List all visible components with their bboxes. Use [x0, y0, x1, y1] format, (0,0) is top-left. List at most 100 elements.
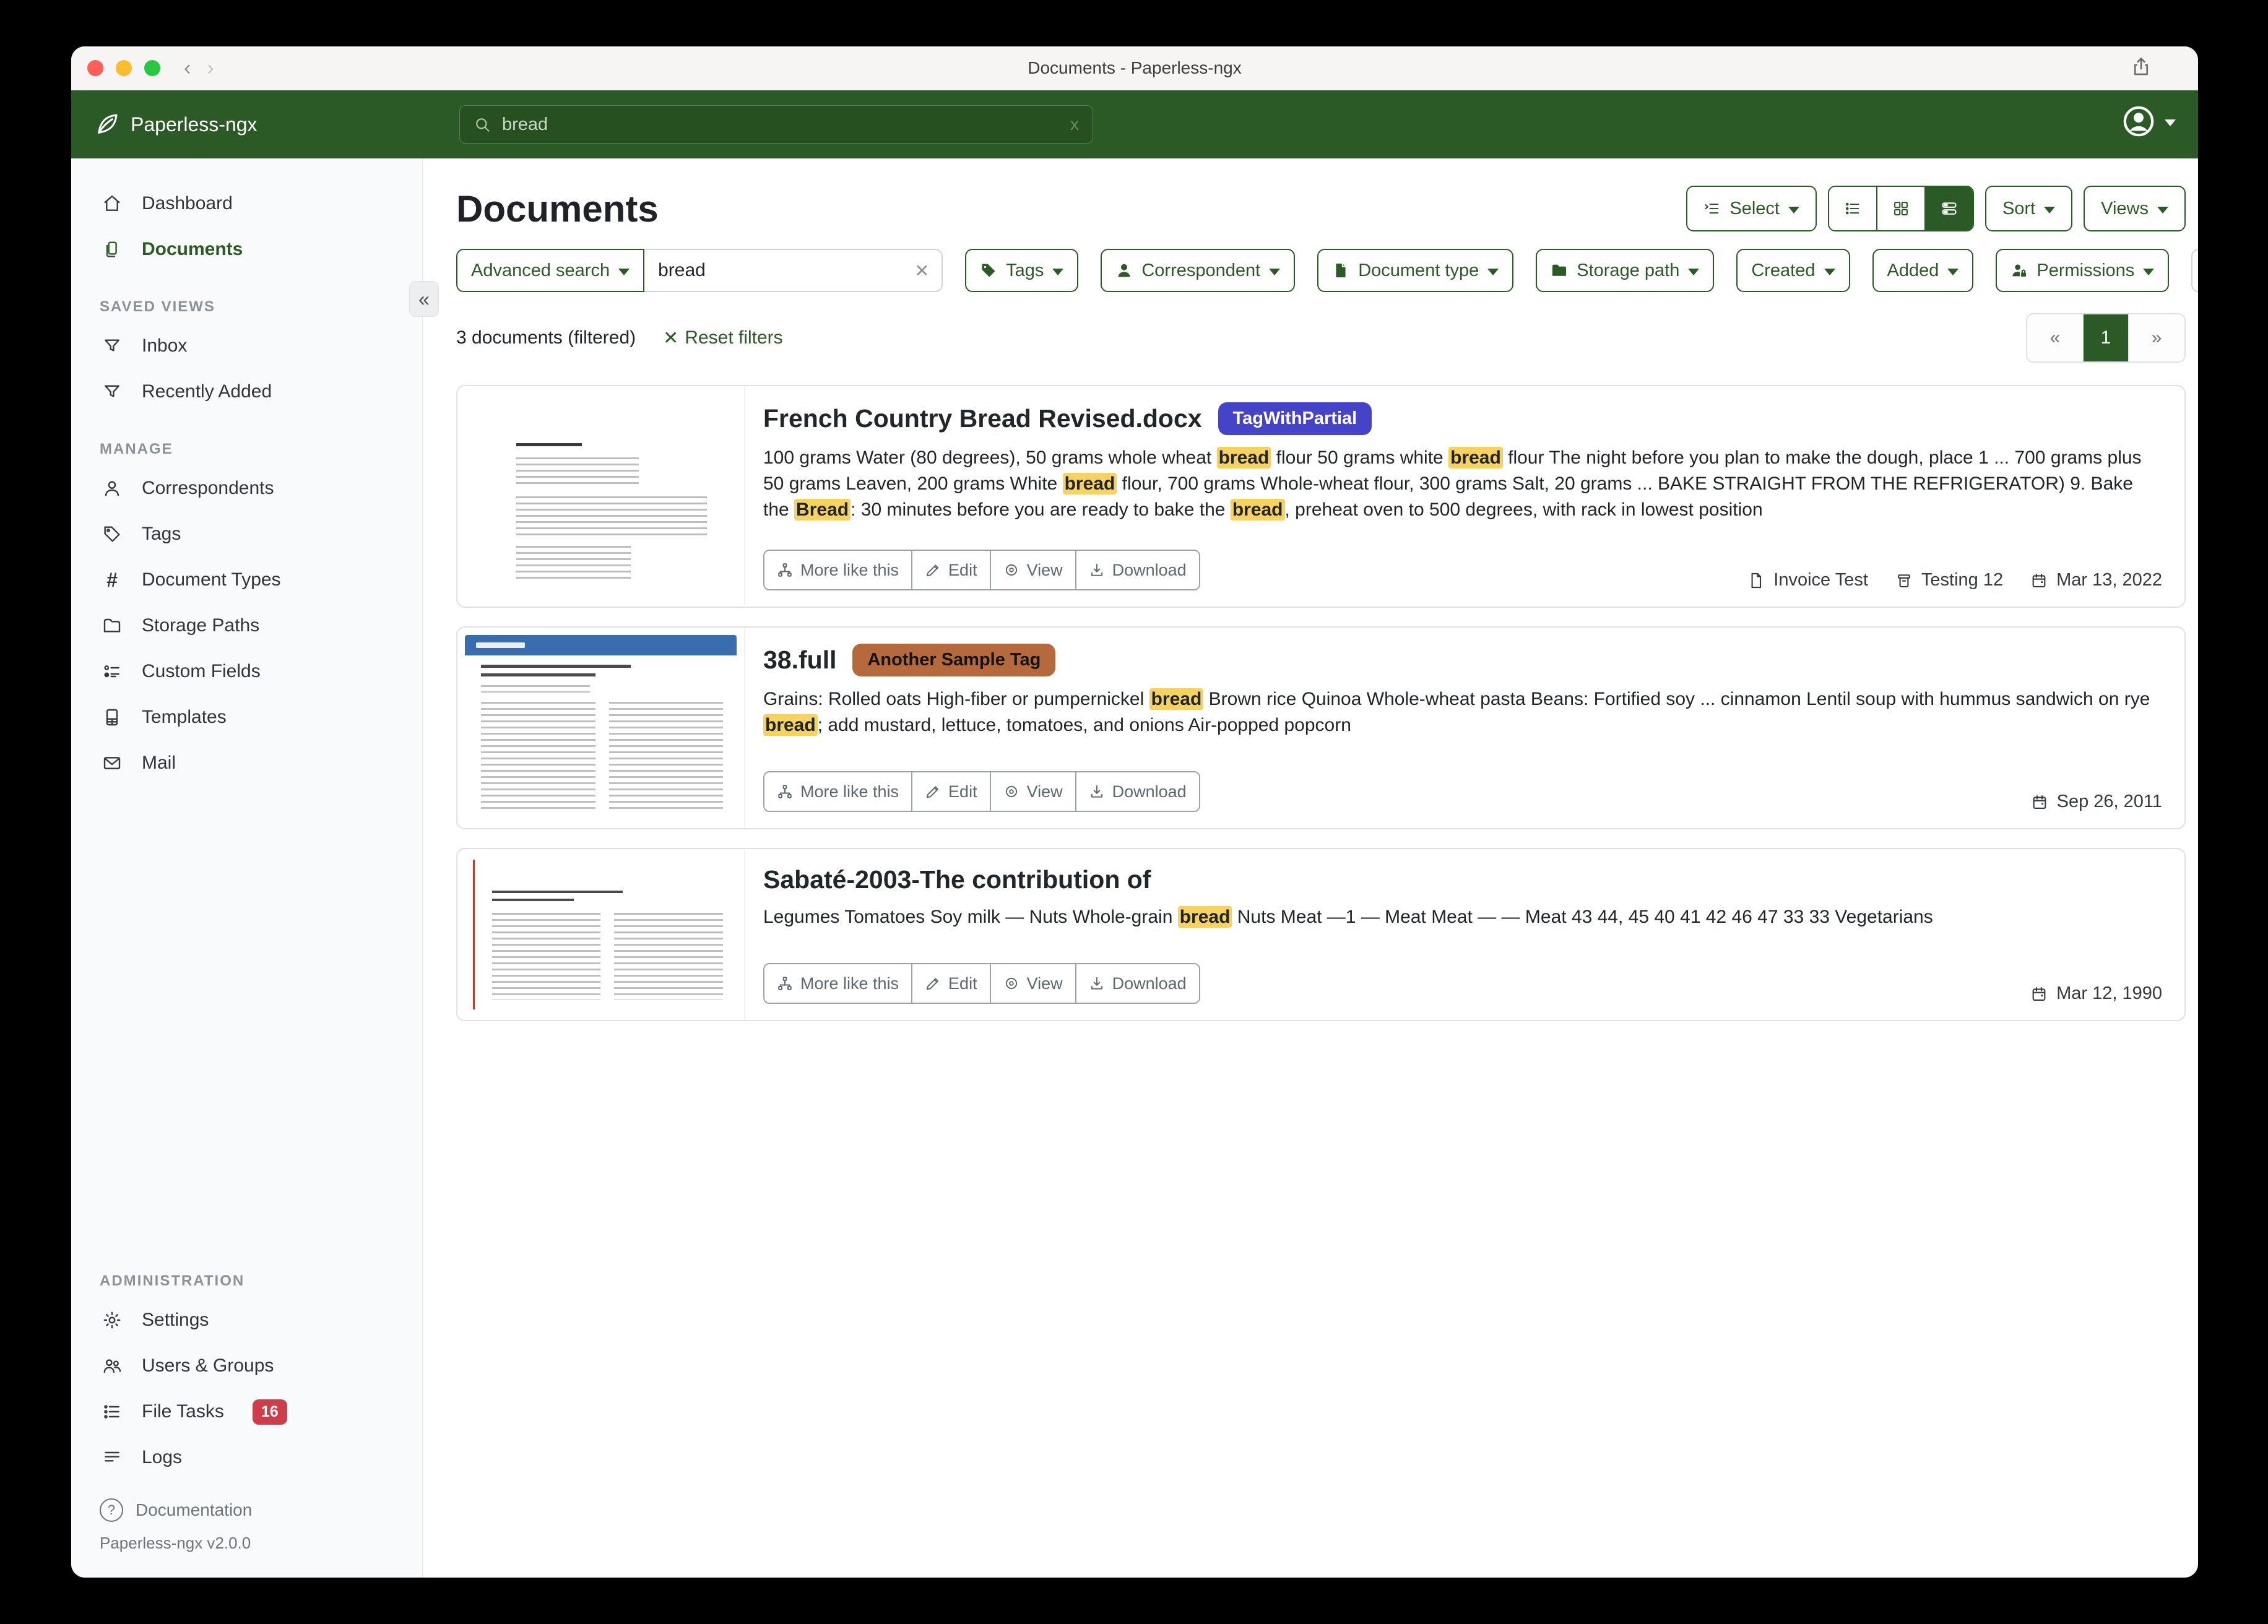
global-search[interactable]: x	[459, 105, 1093, 144]
created-filter-button[interactable]: Created	[1736, 249, 1850, 292]
sidebar-item-label: Document Types	[142, 569, 281, 590]
edit-button[interactable]: Edit	[912, 551, 991, 589]
list-view-icon	[1844, 200, 1861, 217]
download-icon	[1089, 784, 1105, 800]
reset-link-label: Reset filters	[685, 327, 782, 348]
sidebar-item-dashboard[interactable]: Dashboard	[71, 181, 422, 227]
sort-label: Sort	[2002, 199, 2035, 219]
sitemap-icon	[777, 784, 793, 800]
sidebar-item-settings[interactable]: Settings	[71, 1297, 422, 1343]
sidebar-item-templates[interactable]: Templates	[71, 694, 422, 740]
view-button[interactable]: View	[991, 551, 1076, 589]
next-page-button[interactable]: »	[2129, 314, 2184, 361]
page-1-button[interactable]: 1	[2084, 314, 2129, 361]
chevron-down-icon	[1824, 269, 1835, 275]
person-lock-icon	[2010, 262, 2028, 279]
sidebar-item-file-tasks[interactable]: File Tasks 16	[71, 1389, 422, 1435]
window-title: Documents - Paperless-ngx	[71, 58, 2198, 78]
clear-search-icon[interactable]: x	[1070, 114, 1079, 134]
folder-icon	[1551, 262, 1568, 279]
tags-filter-button[interactable]: Tags	[965, 249, 1078, 292]
sidebar-item-label: Tags	[142, 524, 181, 545]
user-menu[interactable]	[2121, 104, 2176, 139]
document-type-link[interactable]: Invoice Test	[1747, 570, 1868, 590]
document-card-body: Sabaté-2003-The contribution of Legumes …	[745, 849, 2184, 1020]
clear-query-icon[interactable]: ✕	[915, 261, 929, 281]
permissions-filter-button[interactable]: Permissions	[1996, 249, 2169, 292]
grid-view-button[interactable]	[1877, 187, 1926, 230]
sidebar-item-recently-added[interactable]: Recently Added	[71, 369, 422, 415]
sort-button[interactable]: Sort	[1985, 186, 2072, 231]
sidebar-collapse-button[interactable]: «	[409, 281, 439, 317]
edit-button[interactable]: Edit	[912, 772, 991, 811]
sidebar-item-documents[interactable]: Documents	[71, 227, 422, 272]
tag-badge[interactable]: TagWithPartial	[1218, 402, 1372, 435]
sidebar-footer: ? Documentation Paperless-ngx v2.0.0	[71, 1480, 422, 1578]
sidebar-item-logs[interactable]: Logs	[71, 1435, 422, 1480]
sidebar-item-label: Dashboard	[142, 193, 233, 214]
display-mode-toggle	[1828, 186, 1974, 231]
reset-filters-link[interactable]: ✕ Reset filters	[663, 327, 783, 349]
more-like-this-button[interactable]: More like this	[764, 964, 912, 1003]
share-icon[interactable]	[2130, 56, 2152, 81]
document-title[interactable]: Sabaté-2003-The contribution of	[763, 865, 1151, 894]
sidebar-item-inbox[interactable]: Inbox	[71, 323, 422, 369]
sidebar-item-correspondents[interactable]: Correspondents	[71, 465, 422, 511]
person-icon	[1115, 262, 1133, 279]
download-button[interactable]: Download	[1076, 772, 1199, 811]
storage-link[interactable]: Testing 12	[1895, 570, 2003, 590]
sidebar-item-label: Inbox	[142, 335, 187, 356]
x-icon: ✕	[663, 327, 678, 349]
sidebar-item-label: Recently Added	[142, 381, 272, 402]
app-version: Paperless-ngx v2.0.0	[100, 1534, 422, 1553]
page-title: Documents	[456, 188, 659, 230]
view-button[interactable]: View	[991, 772, 1076, 811]
sidebar-item-mail[interactable]: Mail	[71, 740, 422, 786]
view-controls: Select S	[1686, 186, 2186, 231]
document-title[interactable]: 38.full	[763, 646, 836, 675]
document-thumbnail[interactable]	[457, 849, 745, 1020]
download-button[interactable]: Download	[1076, 551, 1199, 589]
view-label: View	[1027, 974, 1063, 993]
sidebar-item-tags[interactable]: Tags	[71, 511, 422, 557]
sidebar-item-document-types[interactable]: # Document Types	[71, 557, 422, 603]
previous-page-button[interactable]: «	[2027, 314, 2084, 361]
reset-filters-button[interactable]: ✕ Reset filters	[2191, 249, 2198, 292]
document-title[interactable]: French Country Bread Revised.docx	[763, 404, 1202, 433]
calendar-icon	[2030, 572, 2048, 589]
detail-view-button[interactable]	[1926, 187, 1973, 230]
archive-box-icon	[1895, 572, 1913, 589]
views-button[interactable]: Views	[2084, 186, 2186, 231]
download-icon	[1089, 975, 1105, 991]
document-type-filter-button[interactable]: Document type	[1317, 249, 1513, 292]
document-card: 38.full Another Sample Tag Grains: Rolle…	[456, 626, 2186, 829]
download-button[interactable]: Download	[1076, 964, 1199, 1003]
global-search-input[interactable]	[501, 114, 1070, 136]
more-like-this-button[interactable]: More like this	[764, 772, 912, 811]
edit-button[interactable]: Edit	[912, 964, 991, 1003]
avatar-icon	[2121, 104, 2156, 139]
sidebar-item-storage-paths[interactable]: Storage Paths	[71, 603, 422, 649]
document-type-filter-label: Document type	[1358, 261, 1479, 281]
select-button[interactable]: Select	[1686, 186, 1817, 231]
more-like-this-button[interactable]: More like this	[764, 551, 912, 589]
sidebar-item-users-groups[interactable]: Users & Groups	[71, 1343, 422, 1389]
advanced-search-dropdown[interactable]: Advanced search	[456, 249, 644, 292]
sidebar-section-manage: MANAGE	[71, 433, 422, 465]
list-view-button[interactable]	[1829, 187, 1877, 230]
sidebar-item-custom-fields[interactable]: Custom Fields	[71, 649, 422, 694]
correspondent-filter-button[interactable]: Correspondent	[1101, 249, 1295, 292]
document-date: Sep 26, 2011	[2031, 792, 2162, 812]
document-thumbnail[interactable]	[457, 628, 745, 828]
document-thumbnail[interactable]	[457, 386, 745, 607]
added-filter-button[interactable]: Added	[1872, 249, 1974, 292]
chevron-down-icon	[1487, 269, 1499, 275]
tags-filter-label: Tags	[1006, 261, 1044, 281]
storage-path-filter-button[interactable]: Storage path	[1536, 249, 1714, 292]
brand[interactable]: Paperless-ngx	[95, 112, 258, 137]
documentation-link[interactable]: ? Documentation	[100, 1492, 422, 1529]
document-list: French Country Bread Revised.docx TagWit…	[456, 385, 2186, 1021]
tag-badge[interactable]: Another Sample Tag	[852, 644, 1055, 676]
view-button[interactable]: View	[991, 964, 1076, 1003]
filter-query-input[interactable]	[644, 260, 941, 281]
